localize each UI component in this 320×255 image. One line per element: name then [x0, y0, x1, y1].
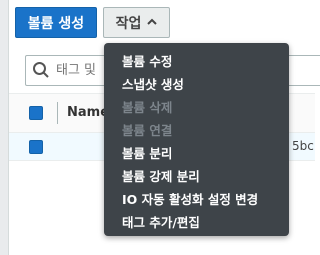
select-all-checkbox[interactable] [29, 106, 43, 120]
actions-label: 작업 [115, 15, 142, 32]
actions-button[interactable]: 작업 [103, 7, 170, 38]
chevron-up-icon [147, 15, 158, 31]
menu-item-add-edit-tags[interactable]: 태그 추가/편집 [104, 211, 289, 234]
menu-item-create-snapshot[interactable]: 스냅샷 생성 [104, 73, 289, 96]
menu-item-delete-volume: 볼륨 삭제 [122, 100, 173, 115]
search-icon [32, 61, 50, 83]
menu-item-force-detach-volume[interactable]: 볼륨 강제 분리 [104, 165, 289, 188]
menu-item-attach-volume: 볼륨 연결 [122, 123, 173, 138]
menu-item-change-auto-enable-io[interactable]: IO 자동 활성화 설정 변경 [104, 188, 289, 211]
actions-dropdown-menu: 볼륨 수정 스냅샷 생성 볼륨 삭제 볼륨 연결 볼륨 분리 볼륨 강제 분리 … [104, 43, 289, 236]
column-divider[interactable] [57, 102, 58, 124]
menu-item-detach-volume[interactable]: 볼륨 분리 [104, 142, 289, 165]
volume-id-cell: 5bc [292, 139, 314, 153]
menu-item-modify-volume[interactable]: 볼륨 수정 [104, 50, 289, 73]
column-header-name[interactable]: Name [67, 105, 109, 120]
create-volume-button[interactable]: 볼륨 생성 [15, 7, 97, 38]
create-volume-label: 볼륨 생성 [27, 15, 85, 32]
row-checkbox[interactable] [29, 140, 43, 154]
left-panel-strip [0, 0, 8, 255]
